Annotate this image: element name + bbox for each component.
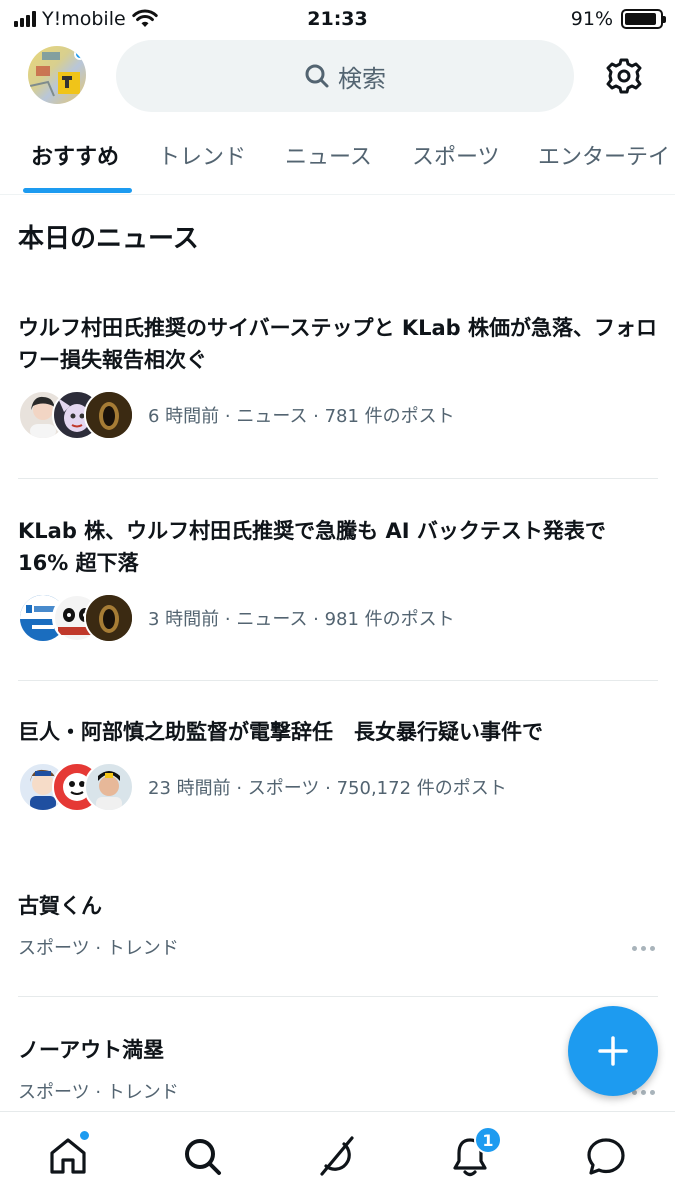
trend-name: ノーアウト満塁 xyxy=(18,1038,165,1062)
search-bar[interactable]: 検索 xyxy=(116,40,574,112)
trend-item[interactable]: 古賀くん スポーツ · トレンド xyxy=(18,890,658,960)
home-notification-dot xyxy=(79,1130,90,1141)
news-headline: KLab 株、ウルフ村田氏推奨で急騰も AI バックテスト発表で 16% 超下落 xyxy=(18,519,606,575)
divider xyxy=(18,680,658,681)
bottom-nav: 1 xyxy=(0,1111,675,1200)
nav-messages[interactable] xyxy=(584,1134,628,1178)
news-meta: 23 時間前 · スポーツ · 750,172 件のポスト xyxy=(148,778,507,799)
search-icon xyxy=(305,64,329,88)
avatar xyxy=(84,593,134,643)
tab-entertainment[interactable]: エンターテイ xyxy=(538,139,670,171)
news-meta-row: 3 時間前 · ニュース · 981 件のポスト xyxy=(18,593,658,643)
battery-group: 91% xyxy=(570,8,666,30)
status-bar: Y!mobile 21:33 91% xyxy=(0,0,675,38)
section-title: 本日のニュース xyxy=(18,224,199,254)
news-headline: ウルフ村田氏推奨のサイバーステップと KLab 株価が急落、フォロワー損失報告相… xyxy=(18,316,658,372)
explore-tabs: おすすめ トレンド ニュース スポーツ エンターテイ xyxy=(0,125,675,195)
messages-icon xyxy=(587,1138,625,1175)
avatar xyxy=(84,762,134,812)
divider xyxy=(18,478,658,479)
compose-button[interactable] xyxy=(568,1006,658,1096)
nav-home[interactable] xyxy=(46,1130,90,1178)
tab-trends[interactable]: トレンド xyxy=(158,139,246,171)
nav-explore[interactable] xyxy=(180,1134,224,1178)
more-icon[interactable] xyxy=(628,938,658,958)
nav-grok[interactable] xyxy=(314,1134,358,1178)
search-placeholder: 検索 xyxy=(338,64,386,93)
battery-icon xyxy=(621,9,666,29)
trend-item[interactable]: ノーアウト満塁 スポーツ · トレンド xyxy=(18,1034,658,1104)
avatar-stack xyxy=(18,390,134,440)
news-headline: 巨人・阿部慎之助監督が電撃辞任 長女暴行疑い事件で xyxy=(18,720,543,744)
news-item[interactable]: ウルフ村田氏推奨のサイバーステップと KLab 株価が急落、フォロワー損失報告相… xyxy=(18,312,658,440)
news-meta: 3 時間前 · ニュース · 981 件のポスト xyxy=(148,609,455,630)
tab-indicator xyxy=(23,188,132,193)
notification-badge: 1 xyxy=(474,1126,502,1154)
nav-notifications[interactable]: 1 xyxy=(448,1126,502,1178)
tab-recommended[interactable]: おすすめ xyxy=(31,139,119,171)
avatar xyxy=(84,390,134,440)
battery-fill xyxy=(625,13,656,25)
battery-percent: 91% xyxy=(570,8,613,30)
plus-icon xyxy=(598,1036,628,1066)
avatar-stack xyxy=(18,593,134,643)
notification-dot xyxy=(74,48,86,60)
avatar-stack xyxy=(18,762,134,812)
news-meta-row: 23 時間前 · スポーツ · 750,172 件のポスト xyxy=(18,762,658,812)
trend-name: 古賀くん xyxy=(18,894,102,918)
news-meta-row: 6 時間前 · ニュース · 781 件のポスト xyxy=(18,390,658,440)
news-item[interactable]: 巨人・阿部慎之助監督が電撃辞任 長女暴行疑い事件で 23 時間前 · スポーツ … xyxy=(18,716,658,812)
tab-sports[interactable]: スポーツ xyxy=(412,139,500,171)
news-meta: 6 時間前 · ニュース · 781 件のポスト xyxy=(148,406,455,427)
gear-icon[interactable] xyxy=(604,56,644,96)
profile-avatar[interactable] xyxy=(28,46,86,104)
trend-category: スポーツ · トレンド xyxy=(18,1082,179,1103)
grok-icon xyxy=(320,1136,354,1176)
divider xyxy=(18,996,658,997)
tab-news[interactable]: ニュース xyxy=(285,139,372,171)
explore-icon xyxy=(185,1139,221,1175)
news-item[interactable]: KLab 株、ウルフ村田氏推奨で急騰も AI バックテスト発表で 16% 超下落… xyxy=(18,515,658,643)
trend-category: スポーツ · トレンド xyxy=(18,938,179,959)
